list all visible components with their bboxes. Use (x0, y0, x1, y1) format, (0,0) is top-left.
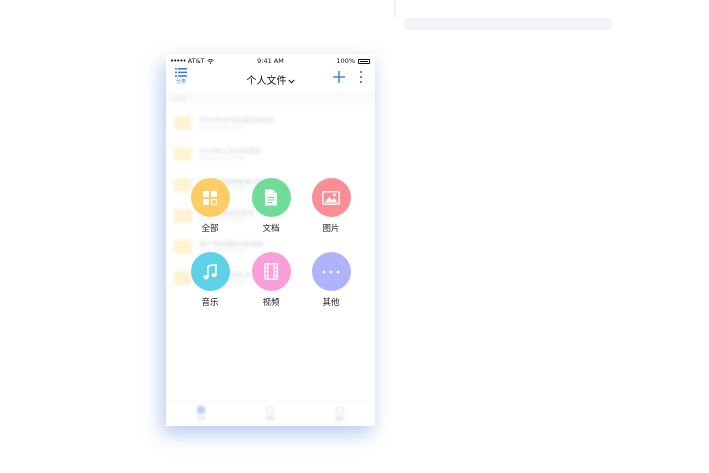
folder-tab-icon (197, 406, 205, 414)
tab-label: 我的 (335, 417, 345, 422)
battery-icon (358, 58, 370, 64)
page-title: 个人文件 (246, 76, 287, 87)
tab-files[interactable]: 文件 (181, 406, 221, 422)
background-bar (404, 18, 612, 30)
tab-transfer[interactable]: 传输 (250, 406, 290, 422)
vertical-dots-icon[interactable] (358, 70, 364, 84)
music-icon (203, 263, 217, 279)
more-icon (322, 270, 340, 273)
navigation-bar: 分类 个人文件 (166, 66, 375, 92)
category-image-button[interactable]: 图片 (306, 178, 356, 234)
tab-bar: 文件 传输 我的 (166, 401, 375, 426)
document-icon (265, 189, 277, 206)
category-video-circle (251, 252, 291, 291)
tab-profile[interactable]: 我的 (320, 406, 360, 422)
category-label: 其他 (322, 298, 340, 308)
category-music-button[interactable]: 音乐 (185, 252, 235, 308)
phone-screen: ••••• AT&T 9:41 AM 100% 分类 个人文件 文件 2018年… (166, 54, 375, 426)
battery-percent: 100% (336, 57, 355, 65)
category-video-button[interactable]: 视频 (246, 252, 296, 308)
menu-overlay[interactable] (166, 92, 375, 402)
category-label: 视频 (262, 298, 280, 308)
chevron-down-icon (287, 79, 295, 84)
category-other-button[interactable]: 其他 (306, 252, 356, 308)
background-divider (394, 0, 396, 18)
category-all-button[interactable]: 全部 (185, 178, 235, 234)
category-label: 全部 (201, 224, 219, 234)
category-label: 图片 (322, 224, 340, 234)
profile-tab-icon (336, 406, 344, 414)
plus-icon[interactable] (333, 71, 345, 83)
category-label: 文档 (262, 224, 280, 234)
category-image-circle (311, 178, 351, 217)
tab-label: 传输 (265, 417, 275, 422)
image-icon (322, 190, 340, 205)
category-label: 音乐 (201, 298, 219, 308)
category-other-circle (311, 252, 351, 291)
transfer-tab-icon (266, 406, 274, 414)
grid-icon (203, 190, 218, 205)
category-music-circle (190, 252, 230, 291)
status-bar: ••••• AT&T 9:41 AM 100% (166, 54, 375, 66)
tab-label: 文件 (196, 417, 206, 422)
category-document-button[interactable]: 文档 (246, 178, 296, 234)
video-icon (264, 263, 278, 280)
category-all-circle (190, 178, 230, 217)
category-document-circle (251, 178, 291, 217)
